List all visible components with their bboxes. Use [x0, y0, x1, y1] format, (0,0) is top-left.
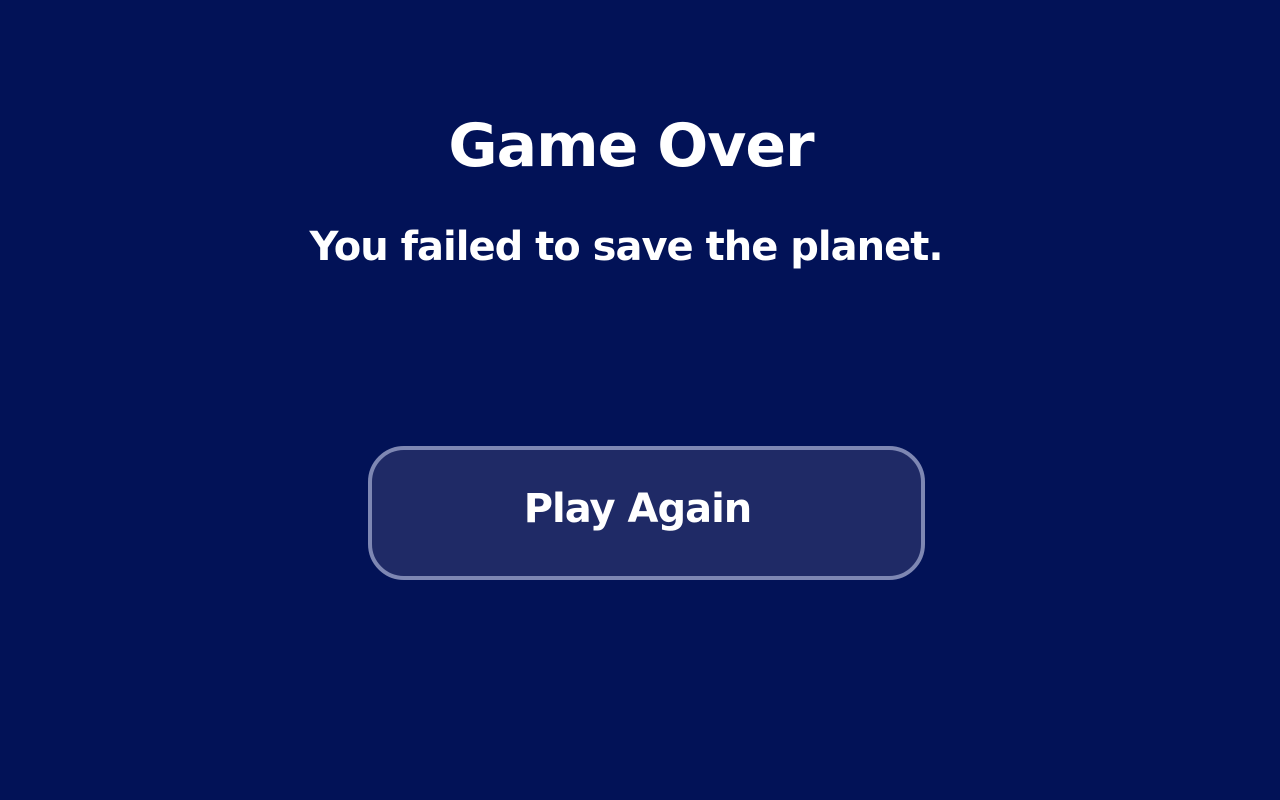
game-over-message: You failed to save the planet. — [309, 224, 943, 270]
play-again-label: Play Again — [523, 486, 753, 532]
play-again-button[interactable]: Play Again — [368, 446, 925, 580]
game-over-title: Game Over — [448, 111, 814, 181]
game-over-screen: Game Over You failed to save the planet.… — [0, 0, 1280, 800]
